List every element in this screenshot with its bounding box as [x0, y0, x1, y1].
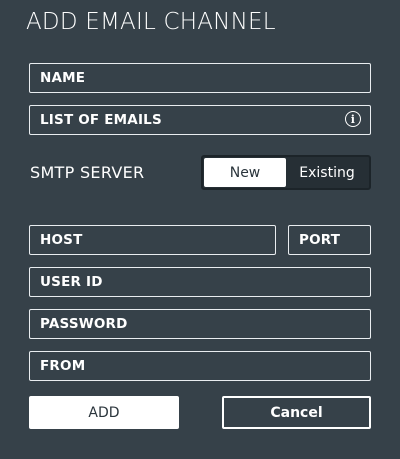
host-field-label: HOST: [40, 232, 83, 248]
dialog-title: ADD EMAIL CHANNEL: [26, 9, 276, 35]
cancel-button[interactable]: Cancel: [222, 396, 371, 429]
list-of-emails-field[interactable]: LIST OF EMAILS i: [29, 105, 371, 135]
port-field[interactable]: PORT: [288, 225, 371, 255]
host-field[interactable]: HOST: [29, 225, 276, 255]
from-field[interactable]: FROM: [29, 351, 371, 381]
add-button[interactable]: ADD: [29, 396, 179, 429]
info-icon[interactable]: i: [345, 111, 361, 127]
name-field-label: NAME: [40, 70, 86, 86]
smtp-new-option[interactable]: New: [204, 158, 286, 187]
user-id-field[interactable]: USER ID: [29, 267, 371, 297]
user-id-field-label: USER ID: [40, 274, 103, 290]
password-field[interactable]: PASSWORD: [29, 309, 371, 339]
password-field-label: PASSWORD: [40, 316, 128, 332]
smtp-server-toggle: New Existing: [201, 155, 371, 190]
name-field[interactable]: NAME: [29, 63, 371, 93]
smtp-server-label: SMTP SERVER: [30, 163, 145, 182]
smtp-existing-option[interactable]: Existing: [286, 158, 368, 187]
port-field-label: PORT: [299, 232, 341, 248]
from-field-label: FROM: [40, 358, 86, 374]
list-of-emails-field-label: LIST OF EMAILS: [40, 112, 162, 128]
